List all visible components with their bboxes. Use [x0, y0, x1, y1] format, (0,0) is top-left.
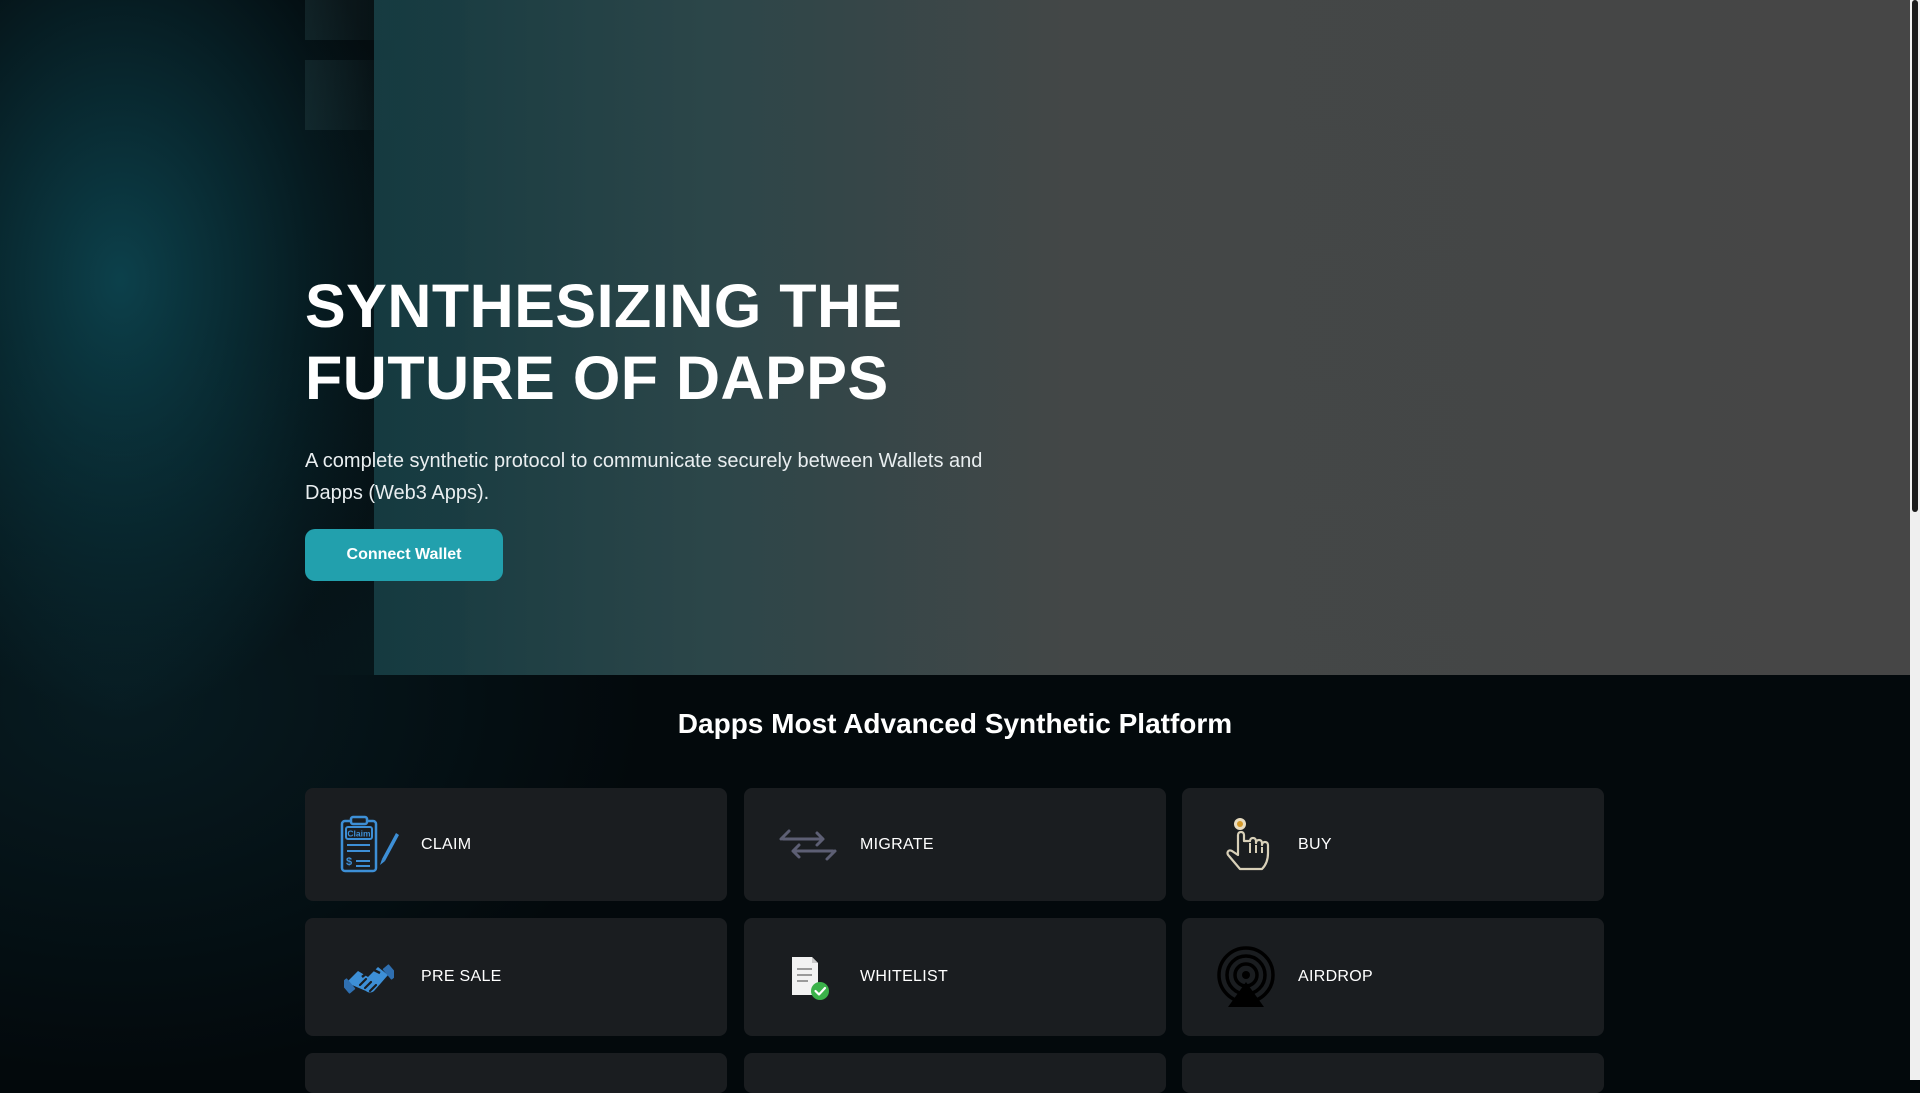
- scrollbar[interactable]: [1910, 0, 1920, 1080]
- hero-title-line: SYNTHESIZING THE: [305, 272, 903, 340]
- airdrop-icon: [1214, 945, 1278, 1009]
- hero-title: SYNTHESIZING THE FUTURE OF DAPPS: [305, 270, 1065, 414]
- card-row3[interactable]: [1182, 1053, 1604, 1093]
- presale-icon: [337, 945, 401, 1009]
- migrate-icon: [776, 813, 840, 877]
- section-title: Dapps Most Advanced Synthetic Platform: [677, 708, 1233, 739]
- card-claim[interactable]: Claim $ CLAIM: [305, 788, 727, 901]
- card-whitelist[interactable]: WHITELIST: [744, 918, 1166, 1036]
- card-label: AIRDROP: [1298, 968, 1373, 985]
- hero-title-line: FUTURE OF DAPPS: [305, 344, 889, 412]
- svg-text:$: $: [346, 856, 352, 868]
- card-migrate[interactable]: MIGRATE: [744, 788, 1166, 901]
- claim-icon: Claim $: [337, 813, 401, 877]
- card-row3[interactable]: [305, 1053, 727, 1093]
- connect-wallet-button[interactable]: Connect Wallet: [305, 529, 503, 581]
- card-presale[interactable]: PRE SALE: [305, 918, 727, 1036]
- card-label: CLAIM: [421, 835, 472, 853]
- hero-subtitle: A complete synthetic protocol to communi…: [305, 450, 983, 504]
- whitelist-icon: [776, 945, 840, 1009]
- hero-decoration: [305, 60, 400, 130]
- card-label: MIGRATE: [860, 835, 934, 853]
- hero-decoration: [305, 0, 400, 40]
- card-label: WHITELIST: [860, 968, 949, 985]
- card-airdrop[interactable]: AIRDROP: [1182, 918, 1604, 1036]
- svg-text:Claim: Claim: [347, 828, 371, 838]
- card-label: PRE SALE: [421, 968, 502, 985]
- buy-icon: [1214, 813, 1278, 877]
- card-row3[interactable]: [744, 1053, 1166, 1093]
- card-label: BUY: [1298, 835, 1332, 853]
- scrollbar-thumb[interactable]: [1912, 0, 1918, 512]
- card-buy[interactable]: BUY: [1182, 788, 1604, 901]
